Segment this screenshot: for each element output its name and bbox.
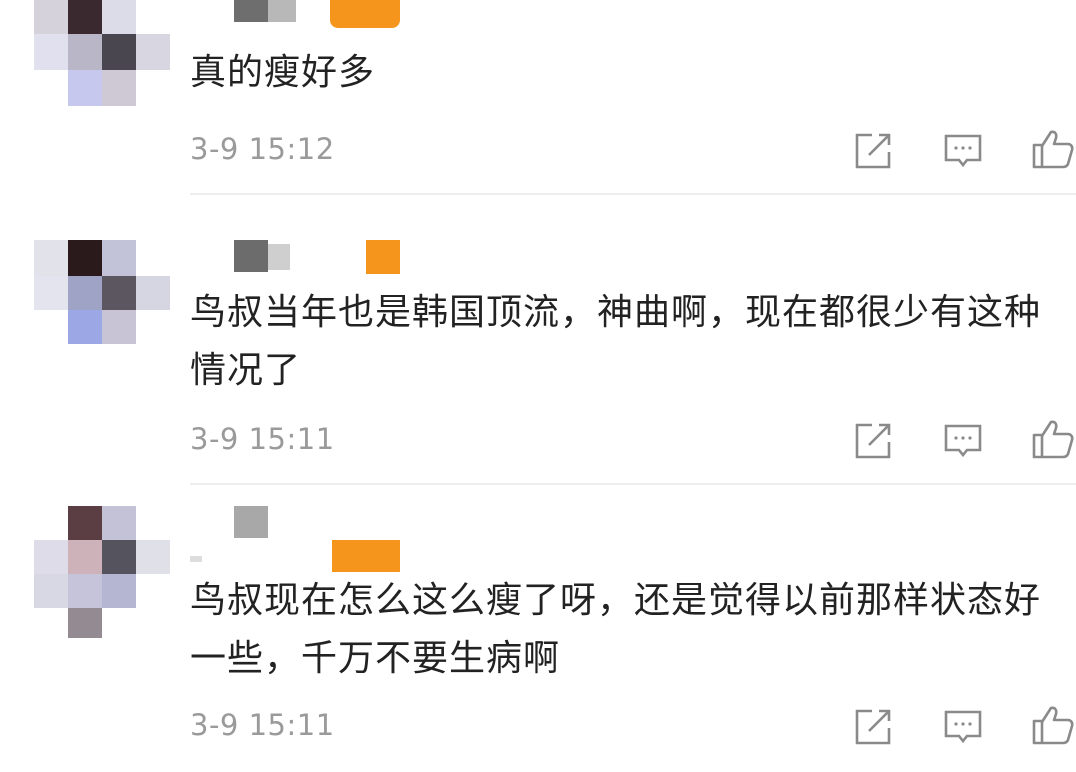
comment-item: 鸟叔当年也是韩国顶流，神曲啊，现在都很少有这种情况了 3-9 15:11: [0, 196, 1076, 485]
share-button[interactable]: [850, 418, 896, 464]
avatar[interactable]: [34, 0, 170, 106]
reply-button[interactable]: [940, 704, 986, 750]
comment-time: 3-9 15:11: [190, 708, 335, 742]
share-button[interactable]: [850, 704, 896, 750]
share-icon: [855, 423, 891, 459]
comment-time: 3-9 15:12: [190, 132, 335, 166]
share-icon: [855, 133, 891, 169]
comment-icon: [944, 424, 982, 458]
reply-button[interactable]: [940, 128, 986, 174]
username[interactable]: [190, 240, 410, 280]
comment-item: 真的瘦好多 3-9 15:12: [0, 0, 1076, 196]
like-button[interactable]: [1030, 126, 1076, 172]
comment-icon: [944, 134, 982, 168]
username[interactable]: [190, 506, 410, 576]
username[interactable]: [190, 0, 410, 32]
comment-text: 鸟叔当年也是韩国顶流，神曲啊，现在都很少有这种情况了: [190, 292, 1042, 391]
comment-icon: [944, 710, 982, 744]
thumbs-up-icon: [1032, 420, 1074, 459]
thumbs-up-icon: [1032, 706, 1074, 745]
avatar[interactable]: [34, 506, 170, 638]
share-icon: [855, 709, 891, 745]
divider: [190, 193, 1076, 195]
comment-text: 真的瘦好多: [190, 52, 376, 93]
thumbs-up-icon: [1032, 130, 1074, 169]
like-button[interactable]: [1030, 416, 1076, 462]
comment-time: 3-9 15:11: [190, 422, 335, 456]
like-button[interactable]: [1030, 702, 1076, 748]
avatar[interactable]: [34, 240, 170, 352]
comment-text: 鸟叔现在怎么这么瘦了呀，还是觉得以前那样状态好一些，千万不要生病啊: [190, 580, 1042, 679]
comment-item: 鸟叔现在怎么这么瘦了呀，还是觉得以前那样状态好一些，千万不要生病啊 3-9 15…: [0, 484, 1076, 772]
reply-button[interactable]: [940, 418, 986, 464]
share-button[interactable]: [850, 128, 896, 174]
